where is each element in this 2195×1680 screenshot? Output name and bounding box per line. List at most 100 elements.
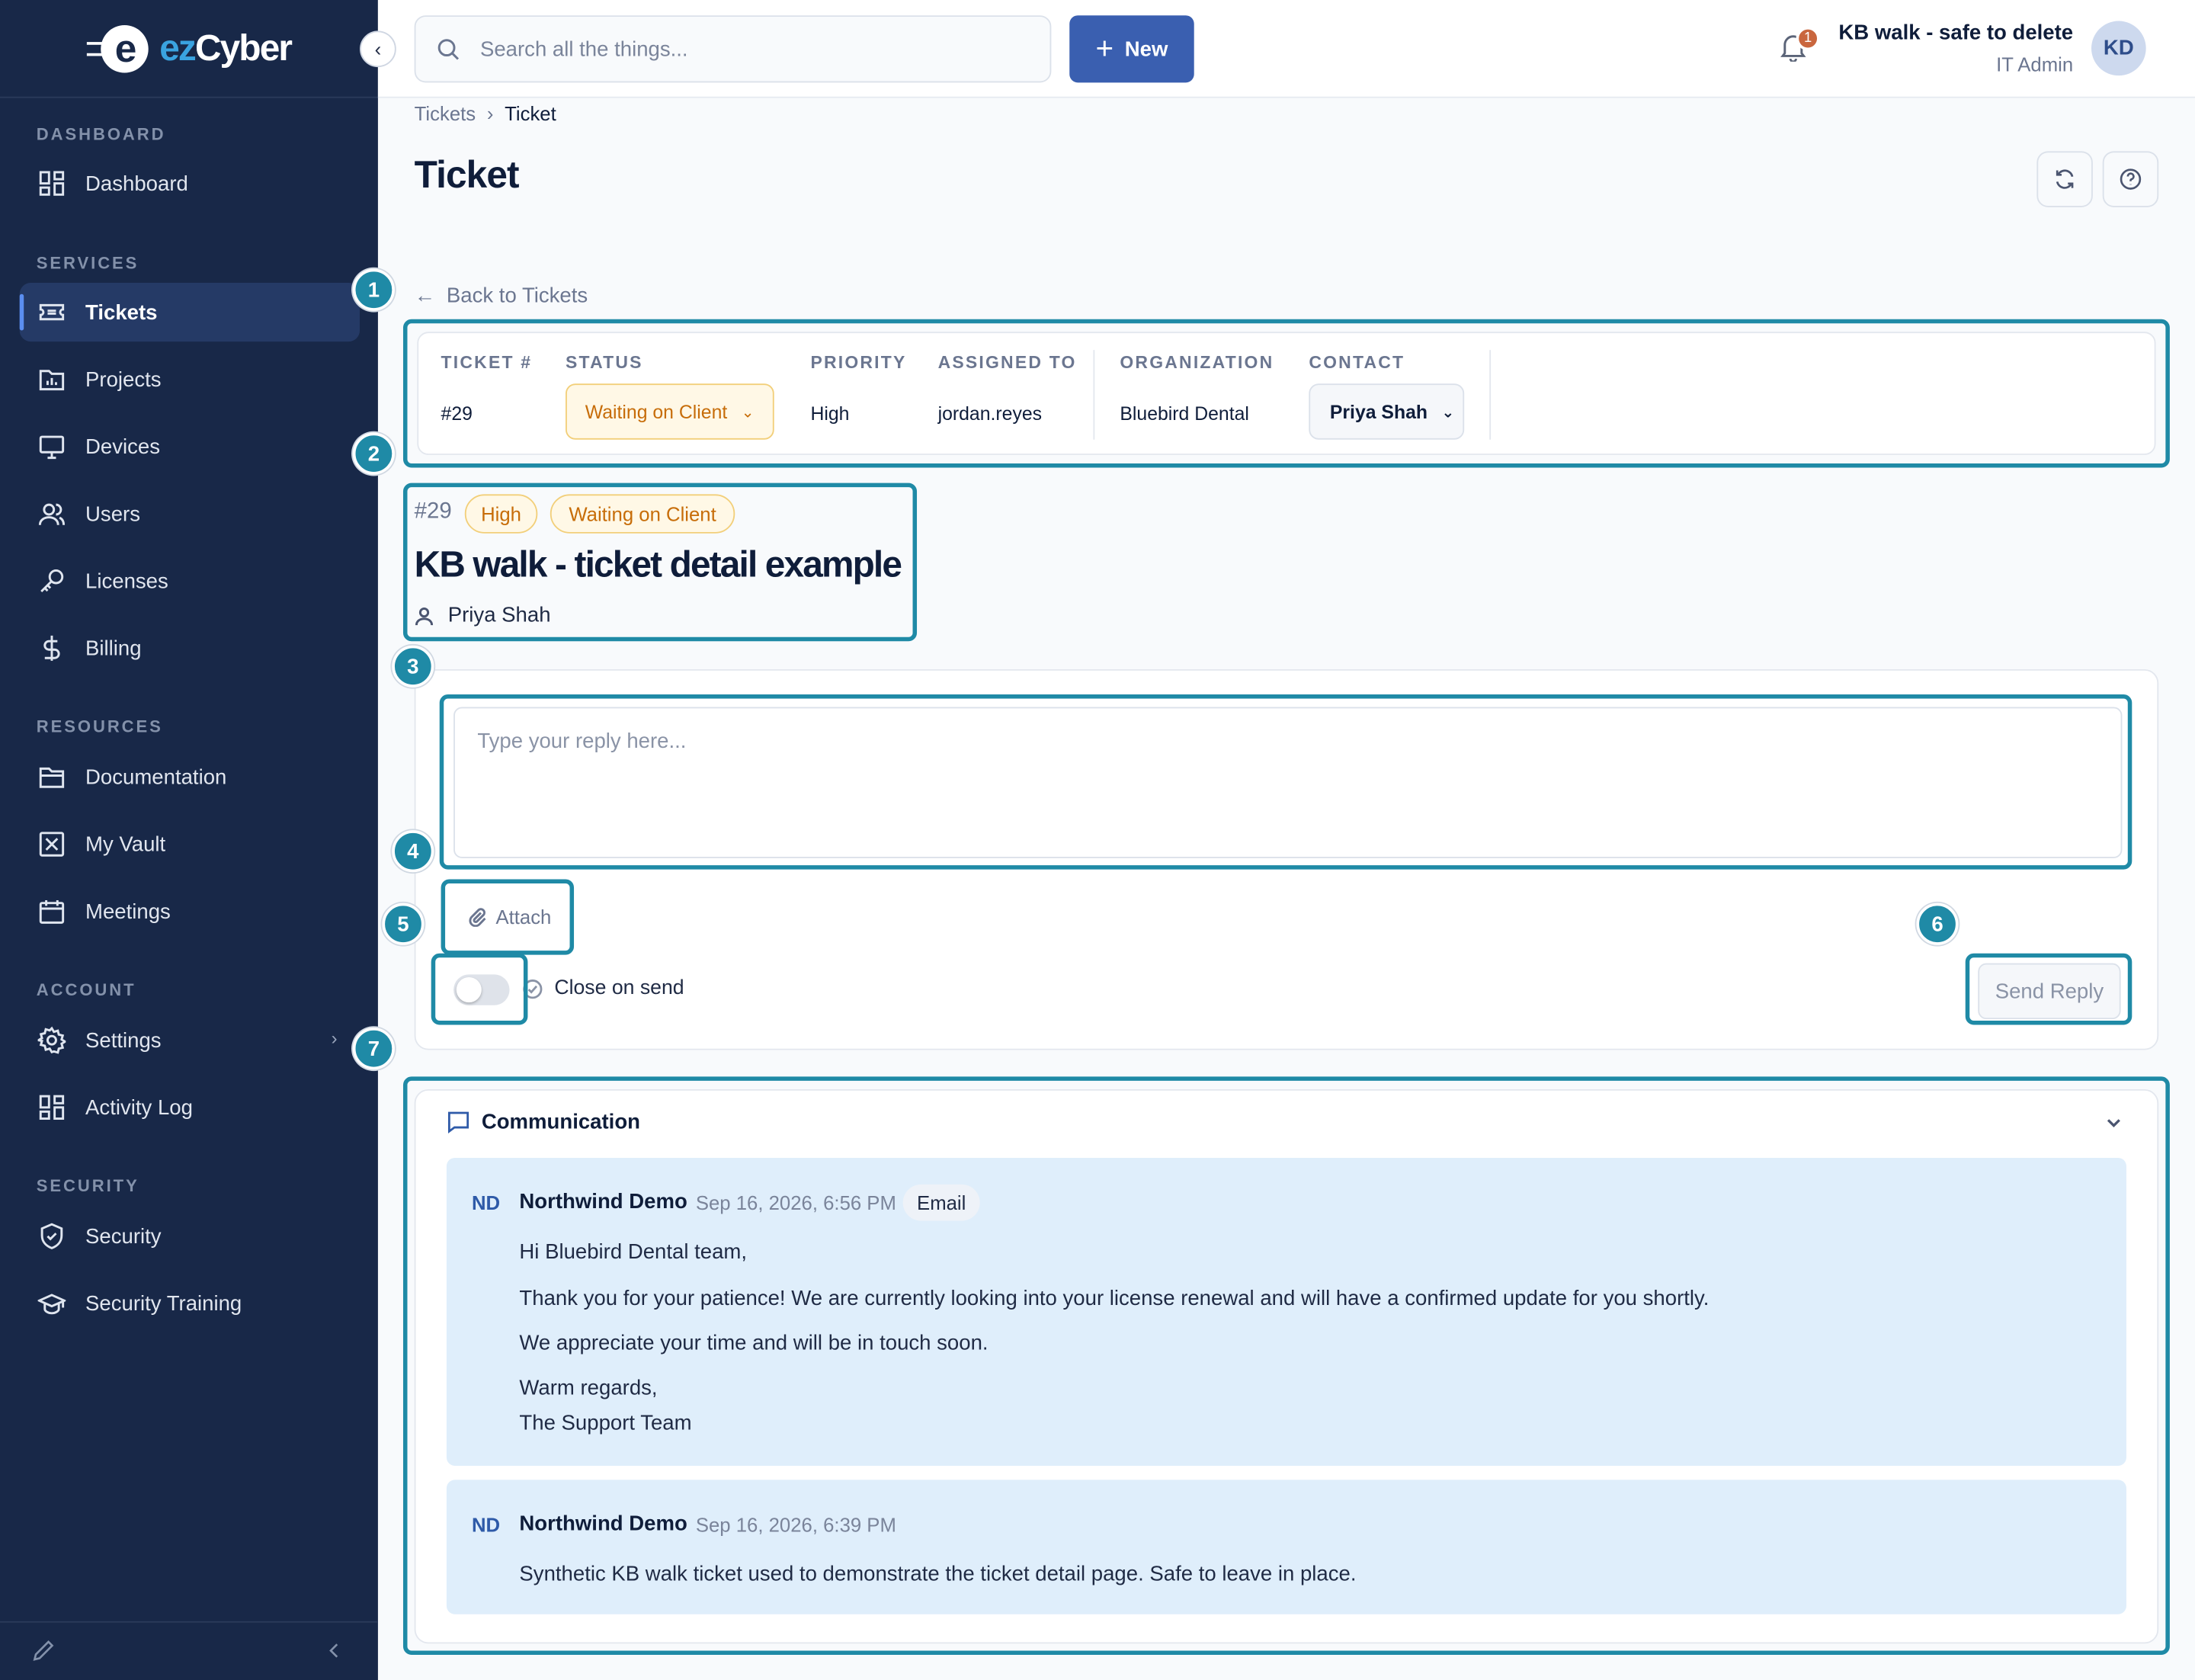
dollar-icon [37, 633, 67, 663]
notification-bell[interactable]: 1 [1778, 26, 1820, 67]
topbar: + New 1 KB walk - safe to delete IT Admi… [377, 0, 2195, 98]
logo[interactable]: e ezCyber [0, 0, 378, 98]
message-item: ND Northwind Demo Sep 16, 2026, 6:56 PM … [446, 1157, 2126, 1467]
sidebar-item-settings[interactable]: Settings › [20, 1011, 360, 1069]
dashboard-icon [37, 168, 67, 198]
message-square-icon [447, 1111, 469, 1134]
assigned-value: jordan.reyes [937, 402, 1043, 425]
sidebar-item-meetings[interactable]: Meetings [20, 882, 360, 941]
refresh-icon [2056, 169, 2074, 189]
organization-field: ORGANIZATION Bluebird Dental [1120, 353, 1274, 425]
sidebar-item-label: Projects [85, 367, 162, 392]
activity-icon [37, 1092, 67, 1123]
back-to-tickets-link[interactable]: ← Back to Tickets [415, 284, 588, 308]
callout-marker: 2 [352, 432, 395, 475]
ticket-info-card: TICKET # #29 STATUS Waiting on Client ⌄ … [417, 332, 2156, 455]
sidebar-item-billing[interactable]: Billing [20, 619, 360, 678]
sidebar-item-label: Settings [85, 1028, 162, 1053]
search-input[interactable] [479, 37, 1012, 61]
close-on-send-toggle[interactable] [453, 974, 510, 1005]
send-reply-button[interactable]: Send Reply [1978, 963, 2121, 1020]
status-select[interactable]: Waiting on Client ⌄ [566, 383, 774, 440]
message-author: Northwind Demo [519, 1190, 687, 1214]
reply-textarea[interactable] [453, 707, 2123, 858]
avatar[interactable]: KD [2091, 21, 2146, 76]
ticket-id: #29 [414, 499, 452, 524]
message-line: Hi Bluebird Dental team, [519, 1240, 748, 1265]
users-icon [37, 499, 67, 529]
assigned-field: ASSIGNED TO jordan.reyes [938, 353, 1077, 425]
shield-icon [37, 1221, 67, 1252]
sidebar-item-my-vault[interactable]: My Vault [20, 815, 360, 874]
sidebar-collapse-button[interactable]: ‹ [360, 30, 396, 68]
message-line: We appreciate your time and will be in t… [519, 1331, 989, 1355]
contact-select[interactable]: Priya Shah ⌄ [1309, 383, 1465, 440]
contact-field: CONTACT [1309, 353, 1405, 373]
message-channel-badge: Email [902, 1184, 980, 1221]
user-name: KB walk - safe to delete [1838, 21, 2074, 45]
sidebar-item-label: Meetings [85, 899, 171, 924]
message-initials: ND [471, 1513, 501, 1536]
sidebar-item-security-training[interactable]: Security Training [20, 1274, 360, 1332]
chevron-left-icon[interactable] [322, 1638, 347, 1663]
logo-mark-icon: e [86, 23, 157, 73]
message-line: The Support Team [519, 1411, 692, 1435]
priority-label: PRIORITY [810, 352, 907, 373]
attach-label: Attach [495, 906, 552, 928]
search-box[interactable] [414, 15, 1052, 83]
section-dashboard: DASHBOARD [36, 124, 166, 145]
search-icon [437, 39, 460, 60]
sidebar-item-label: Activity Log [85, 1095, 193, 1120]
callout-marker: 3 [392, 645, 434, 688]
organization-label: ORGANIZATION [1120, 352, 1274, 373]
page: e ezCyber DASHBOARD Dashboard SERVICES T… [0, 0, 2195, 1680]
message-line: Thank you for your patience! We are curr… [519, 1286, 1710, 1311]
pencil-icon[interactable] [30, 1638, 56, 1663]
sidebar-item-label: Billing [85, 636, 142, 661]
chevron-down-icon[interactable] [2104, 1113, 2124, 1133]
breadcrumb-current: Ticket [505, 102, 556, 125]
plus-icon: + [1095, 30, 1114, 66]
help-icon [2120, 168, 2142, 190]
callout-marker: 4 [392, 830, 434, 873]
back-link-label: Back to Tickets [446, 284, 588, 309]
chevron-down-icon: ⌄ [741, 403, 755, 421]
vault-icon [37, 829, 67, 859]
sidebar-item-users[interactable]: Users [20, 484, 360, 543]
refresh-button[interactable] [2036, 151, 2093, 207]
sidebar-item-devices[interactable]: Devices [20, 417, 360, 476]
new-button[interactable]: + New [1069, 15, 1194, 83]
ticket-title: KB walk - ticket detail example [414, 543, 902, 585]
sidebar-item-security[interactable]: Security [20, 1207, 360, 1265]
divider [1093, 350, 1095, 440]
logo-text: ezCyber [159, 26, 293, 69]
sidebar-item-label: Security Training [85, 1291, 242, 1316]
message-line: Synthetic KB walk ticket used to demonst… [519, 1562, 1357, 1586]
breadcrumb-tickets-link[interactable]: Tickets [415, 102, 476, 124]
sidebar-item-licenses[interactable]: Licenses [20, 552, 360, 611]
sidebar-item-projects[interactable]: Projects [20, 350, 360, 409]
breadcrumb: Tickets › Ticket [415, 102, 556, 124]
sidebar-item-documentation[interactable]: Documentation [20, 748, 360, 806]
attach-button[interactable]: Attach [452, 892, 567, 942]
calendar-icon [37, 896, 67, 926]
sidebar-item-label: Licenses [85, 569, 168, 593]
folder-icon [37, 761, 67, 792]
callout-marker: 7 [352, 1028, 395, 1070]
communication-card: Communication ND Northwind Demo Sep 16, … [414, 1088, 2159, 1644]
message-line: Warm regards, [519, 1376, 658, 1400]
priority-badge: High [464, 494, 538, 534]
divider [1489, 350, 1492, 440]
paperclip-icon [469, 908, 486, 927]
communication-header[interactable]: Communication [447, 1111, 640, 1134]
reply-card: Attach Close on send Send Reply [414, 668, 2159, 1050]
user-role: IT Admin [1996, 53, 2074, 76]
sidebar-item-tickets[interactable]: Tickets [19, 283, 360, 342]
communication-title: Communication [481, 1110, 641, 1134]
help-button[interactable] [2102, 151, 2159, 207]
contact-label: CONTACT [1309, 352, 1405, 373]
sidebar-item-dashboard[interactable]: Dashboard [20, 154, 360, 213]
message-author: Northwind Demo [519, 1512, 687, 1536]
callout-marker: 5 [382, 903, 425, 945]
sidebar-item-activity-log[interactable]: Activity Log [20, 1078, 360, 1137]
